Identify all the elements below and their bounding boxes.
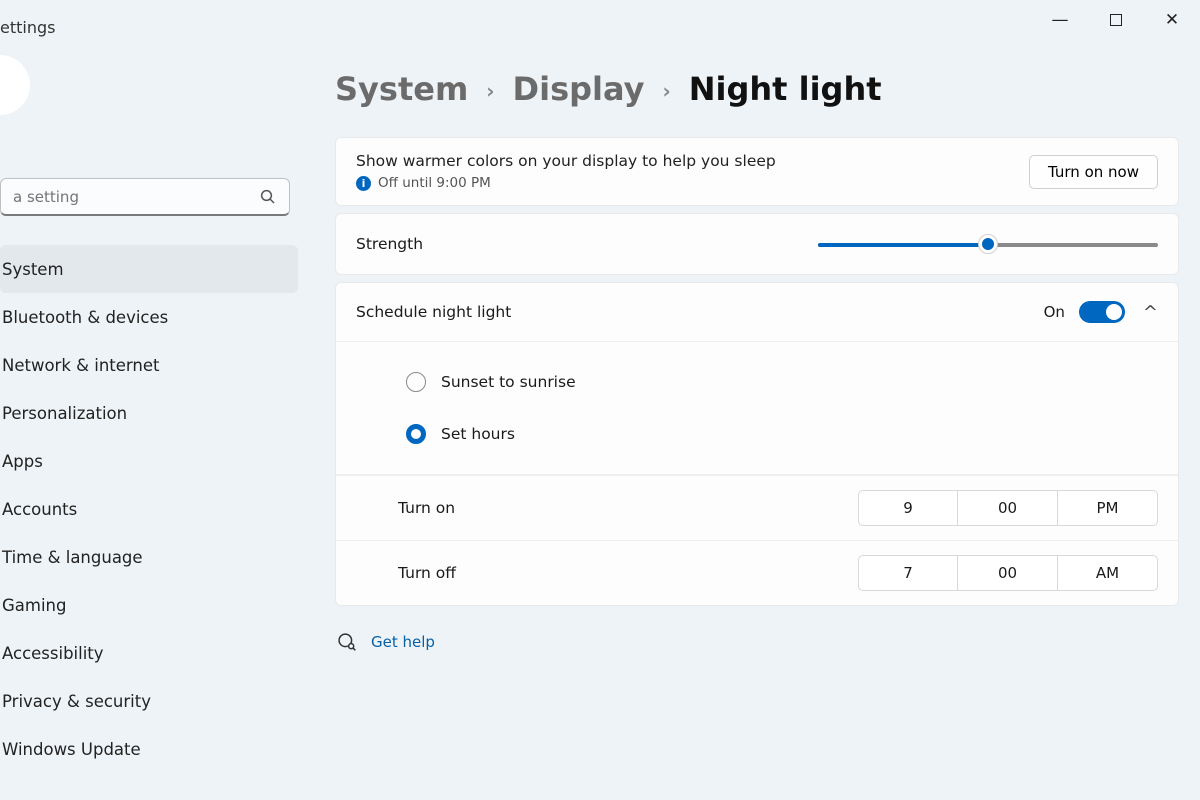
sidebar-item-privacy[interactable]: Privacy & security <box>0 677 298 725</box>
turn-on-label: Turn on <box>398 499 858 517</box>
turn-on-minute-picker[interactable]: 00 <box>958 490 1058 526</box>
get-help-link[interactable]: Get help <box>337 632 1179 652</box>
page-title: Night light <box>689 70 882 108</box>
radio-checked-icon <box>406 424 426 444</box>
window-close-button[interactable]: ✕ <box>1144 0 1200 40</box>
maximize-icon <box>1110 14 1122 26</box>
sidebar-item-label: Apps <box>2 452 43 471</box>
app-title: ettings <box>0 18 55 37</box>
sidebar-item-label: Accounts <box>2 500 77 519</box>
search-icon <box>259 188 277 206</box>
window-minimize-button[interactable]: — <box>1032 0 1088 40</box>
sidebar-item-gaming[interactable]: Gaming <box>0 581 298 629</box>
sidebar-item-accessibility[interactable]: Accessibility <box>0 629 298 677</box>
sidebar-item-time-language[interactable]: Time & language <box>0 533 298 581</box>
turn-off-row: Turn off 7 00 AM <box>336 540 1178 605</box>
sidebar-item-accounts[interactable]: Accounts <box>0 485 298 533</box>
sidebar-item-system[interactable]: System <box>0 245 298 293</box>
chevron-right-icon: › <box>486 79 494 103</box>
window-maximize-button[interactable] <box>1088 0 1144 40</box>
sidebar-item-label: Windows Update <box>2 740 141 759</box>
help-label: Get help <box>371 633 435 651</box>
schedule-card: Schedule night light On ^ Sunset to sunr… <box>335 282 1179 606</box>
turn-on-row: Turn on 9 00 PM <box>336 475 1178 540</box>
turn-on-hour-picker[interactable]: 9 <box>858 490 958 526</box>
intro-headline: Show warmer colors on your display to he… <box>356 152 776 170</box>
close-icon: ✕ <box>1165 10 1179 30</box>
radio-set-hours[interactable]: Set hours <box>406 408 1158 460</box>
breadcrumb-system[interactable]: System <box>335 70 468 108</box>
intro-card: Show warmer colors on your display to he… <box>335 137 1179 206</box>
sidebar-item-label: Bluetooth & devices <box>2 308 168 327</box>
schedule-label: Schedule night light <box>356 303 1044 321</box>
sidebar-item-network[interactable]: Network & internet <box>0 341 298 389</box>
radio-label: Sunset to sunrise <box>441 373 576 391</box>
turn-off-minute-picker[interactable]: 00 <box>958 555 1058 591</box>
sidebar-item-bluetooth[interactable]: Bluetooth & devices <box>0 293 298 341</box>
schedule-options: Sunset to sunrise Set hours <box>336 342 1178 475</box>
search-input[interactable] <box>13 188 259 206</box>
turn-on-ampm-picker[interactable]: PM <box>1058 490 1158 526</box>
sidebar-item-label: Privacy & security <box>2 692 151 711</box>
info-icon: i <box>356 176 371 191</box>
turn-on-now-button[interactable]: Turn on now <box>1029 155 1158 189</box>
strength-slider[interactable] <box>818 234 1158 254</box>
chevron-right-icon: › <box>662 79 670 103</box>
radio-label: Set hours <box>441 425 515 443</box>
sidebar-item-label: Time & language <box>2 548 143 567</box>
schedule-state-text: On <box>1044 303 1065 321</box>
strength-card: Strength <box>335 213 1179 275</box>
toggle-knob <box>1106 304 1122 320</box>
sidebar-item-update[interactable]: Windows Update <box>0 725 298 773</box>
breadcrumb: System › Display › Night light <box>335 70 882 108</box>
search-box[interactable] <box>0 178 290 216</box>
strength-label: Strength <box>356 235 423 253</box>
radio-sunset-to-sunrise[interactable]: Sunset to sunrise <box>406 356 1158 408</box>
sidebar-item-apps[interactable]: Apps <box>0 437 298 485</box>
minimize-icon: — <box>1052 10 1069 30</box>
schedule-toggle[interactable] <box>1079 301 1125 323</box>
schedule-header[interactable]: Schedule night light On ^ <box>336 283 1178 342</box>
sidebar-item-label: Gaming <box>2 596 67 615</box>
breadcrumb-display[interactable]: Display <box>513 70 645 108</box>
slider-fill <box>818 243 988 247</box>
turn-off-hour-picker[interactable]: 7 <box>858 555 958 591</box>
radio-icon <box>406 372 426 392</box>
avatar[interactable] <box>0 55 30 115</box>
slider-thumb[interactable] <box>978 234 998 254</box>
turn-off-ampm-picker[interactable]: AM <box>1058 555 1158 591</box>
sidebar-item-label: Personalization <box>2 404 127 423</box>
help-icon <box>337 632 357 652</box>
sidebar-nav: System Bluetooth & devices Network & int… <box>0 245 298 773</box>
chevron-up-icon[interactable]: ^ <box>1143 302 1158 323</box>
sidebar-item-personalization[interactable]: Personalization <box>0 389 298 437</box>
sidebar-item-label: Accessibility <box>2 644 104 663</box>
main-content: Show warmer colors on your display to he… <box>335 137 1179 652</box>
sidebar-item-label: System <box>2 260 64 279</box>
turn-off-label: Turn off <box>398 564 858 582</box>
intro-status: Off until 9:00 PM <box>378 175 491 191</box>
sidebar-item-label: Network & internet <box>2 356 159 375</box>
